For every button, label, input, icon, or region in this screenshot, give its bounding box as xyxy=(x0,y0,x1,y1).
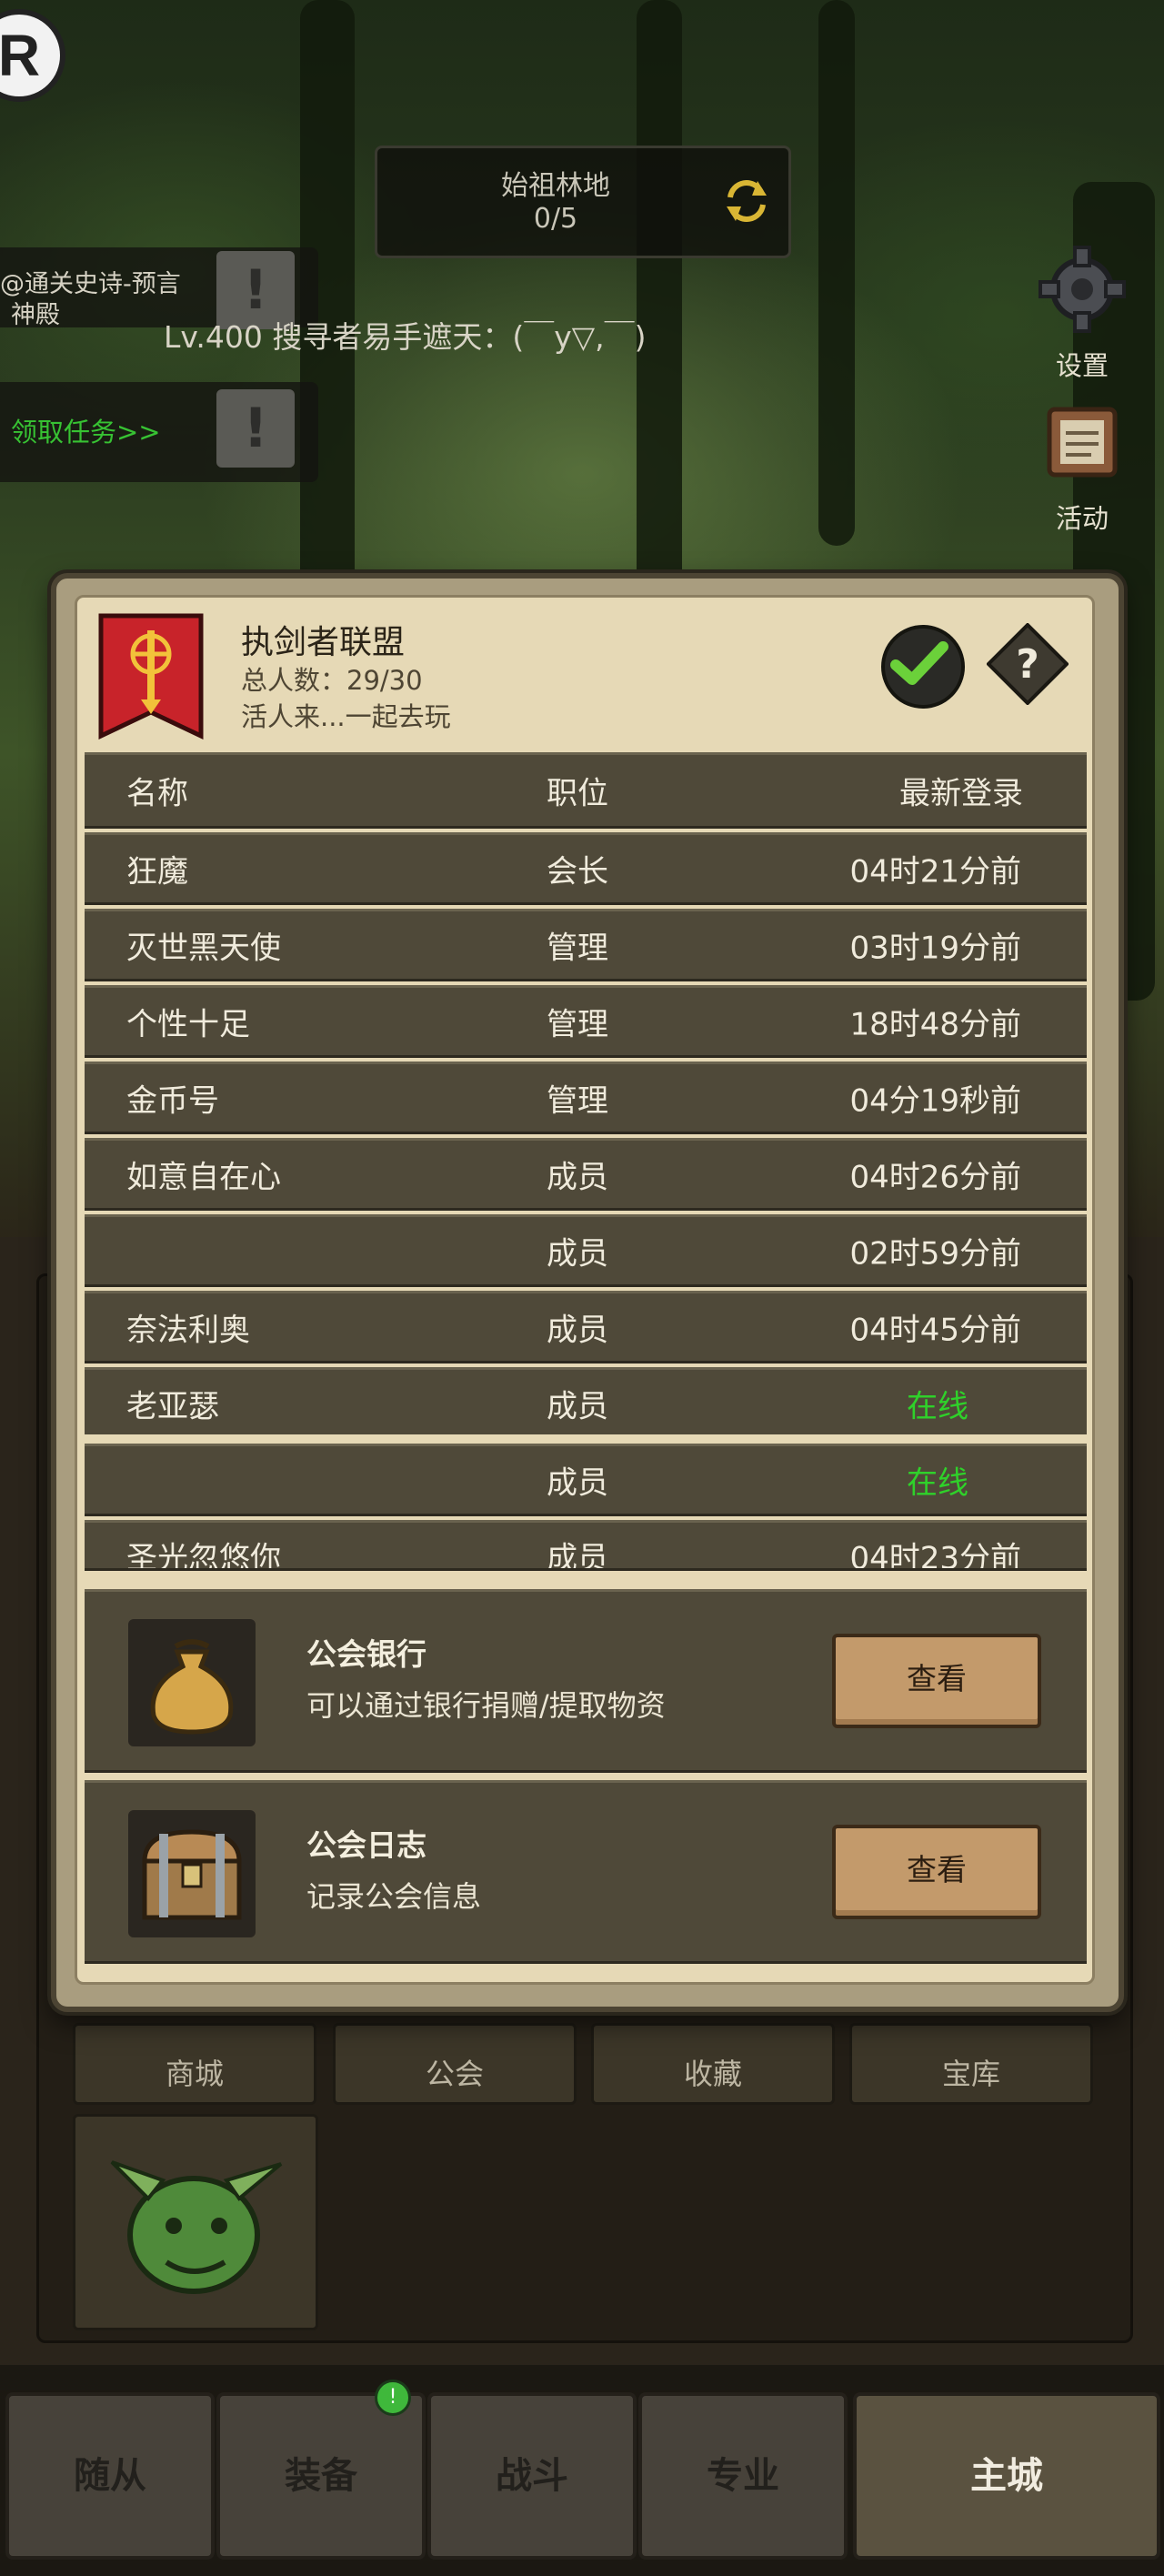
notification-badge: ! xyxy=(375,2380,411,2416)
scroll-icon xyxy=(1047,407,1118,478)
money-bag-icon xyxy=(150,1639,234,1735)
header-role: 职位 xyxy=(547,775,608,812)
guild-dialog: 执剑者联盟 总人数：29/30 活人来...一起去玩 ? 名称 职位 最新登录 … xyxy=(51,573,1124,2012)
log-description: 记录公会信息 xyxy=(306,1879,482,1914)
log-title: 公会日志 xyxy=(306,1827,426,1863)
city-tile-guild[interactable]: 公会 xyxy=(333,2023,577,2105)
member-name: 奈法利奥 xyxy=(126,1312,250,1349)
city-tile-shop[interactable]: 商城 xyxy=(73,2023,316,2105)
tab-main-city[interactable]: 主城 xyxy=(853,2392,1160,2560)
tab-battle[interactable]: 战斗 xyxy=(427,2392,637,2560)
dragon-tile[interactable] xyxy=(73,2114,318,2330)
member-name: 圣光忽悠你 xyxy=(126,1540,281,1571)
guild-log-card: 公会日志 记录公会信息 查看 xyxy=(85,1780,1087,1964)
city-tile-label: 宝库 xyxy=(941,2057,1000,2091)
bank-icon-frame xyxy=(128,1619,256,1746)
member-name: 灭世黑天使 xyxy=(126,930,281,967)
map-selector[interactable]: 始祖林地 0/5 xyxy=(375,146,791,258)
city-tile-label: 收藏 xyxy=(683,2057,742,2091)
member-name: 狂魔 xyxy=(126,853,188,891)
member-role: 会长 xyxy=(547,853,608,891)
member-last-login: 04分19秒前 xyxy=(849,1082,1021,1120)
member-role: 成员 xyxy=(547,1235,608,1273)
member-row[interactable]: 金币号 管理 04分19秒前 xyxy=(85,1062,1087,1134)
member-row[interactable]: 成员 02时59分前 xyxy=(85,1214,1087,1287)
settings-label: 设置 xyxy=(1055,350,1109,381)
member-role: 管理 xyxy=(547,1006,608,1043)
member-last-login: 04时21分前 xyxy=(849,853,1021,891)
member-name: 如意自在心 xyxy=(126,1159,281,1196)
member-row[interactable]: 成员 在线 xyxy=(85,1444,1087,1516)
treasure-chest-icon xyxy=(142,1829,242,1920)
member-role: 成员 xyxy=(547,1464,608,1502)
member-last-login: 04时26分前 xyxy=(849,1159,1021,1196)
member-row[interactable]: 奈法利奥 成员 04时45分前 xyxy=(85,1291,1087,1363)
member-online-status: 在线 xyxy=(907,1388,968,1425)
map-progress: 0/5 xyxy=(533,203,578,235)
member-role: 管理 xyxy=(547,930,608,967)
member-row[interactable]: 老亚瑟 成员 在线 xyxy=(85,1367,1087,1434)
member-name: 金币号 xyxy=(126,1082,219,1120)
map-name: 始祖林地 xyxy=(501,170,610,202)
member-table-header: 名称 职位 最新登录 xyxy=(85,752,1087,829)
header-last-login: 最新登录 xyxy=(899,775,1023,812)
checkmark-icon xyxy=(890,641,948,685)
quest-subtitle: 神殿 xyxy=(11,301,60,329)
bank-view-button[interactable]: 查看 xyxy=(832,1634,1041,1728)
member-last-login: 04时23分前 xyxy=(849,1540,1021,1571)
tab-followers[interactable]: 随从 xyxy=(5,2392,215,2560)
header-name: 名称 xyxy=(126,775,188,812)
member-row[interactable]: 个性十足 管理 18时48分前 xyxy=(85,985,1087,1058)
log-view-button[interactable]: 查看 xyxy=(832,1825,1041,1919)
svg-text:?: ? xyxy=(1016,641,1039,688)
refresh-icon[interactable] xyxy=(721,176,772,226)
member-list[interactable]: 狂魔 会长 04时21分前 灭世黑天使 管理 03时19分前 个性十足 管理 1… xyxy=(77,832,1092,1434)
member-last-login: 04时45分前 xyxy=(849,1312,1021,1349)
bank-title: 公会银行 xyxy=(306,1636,426,1672)
member-row[interactable]: 如意自在心 成员 04时26分前 xyxy=(85,1138,1087,1211)
member-row[interactable]: 圣光忽悠你 成员 04时23分前 xyxy=(85,1520,1087,1571)
gear-icon xyxy=(1039,246,1126,333)
dragon-icon xyxy=(110,2160,283,2294)
guild-banner-icon xyxy=(98,613,204,740)
tab-profession[interactable]: 专业 xyxy=(638,2392,848,2560)
settings-button[interactable]: 设置 xyxy=(1028,244,1137,383)
guild-bank-card: 公会银行 可以通过银行捐赠/提取物资 查看 xyxy=(85,1589,1087,1773)
sign-in-button[interactable] xyxy=(881,625,965,709)
guild-member-count: 总人数：29/30 xyxy=(241,665,423,696)
member-name: 个性十足 xyxy=(126,1006,250,1043)
member-role: 成员 xyxy=(547,1159,608,1196)
member-role: 成员 xyxy=(547,1388,608,1425)
activity-button[interactable]: 活动 xyxy=(1028,397,1137,536)
broadcast-message: Lv.400 搜寻者易手遮天：(￣y▽,￣) xyxy=(164,319,647,355)
log-icon-frame xyxy=(128,1810,256,1937)
bottom-navigation: 随从 装备 战斗 专业 主城 xyxy=(0,2365,1164,2576)
city-tile-label: 商城 xyxy=(165,2057,224,2091)
member-last-login: 03时19分前 xyxy=(849,930,1021,967)
city-tile-label: 公会 xyxy=(425,2057,484,2091)
city-tile-collection[interactable]: 收藏 xyxy=(591,2023,835,2105)
city-tile-treasury[interactable]: 宝库 xyxy=(849,2023,1093,2105)
tab-equipment[interactable]: 装备 xyxy=(216,2392,426,2560)
guild-name: 执剑者联盟 xyxy=(241,624,406,661)
member-role: 成员 xyxy=(547,1312,608,1349)
member-last-login: 02时59分前 xyxy=(849,1235,1021,1273)
quest-accept-box[interactable]: 领取任务>> ! xyxy=(0,382,318,482)
member-row[interactable]: 灭世黑天使 管理 03时19分前 xyxy=(85,909,1087,981)
member-name: 老亚瑟 xyxy=(126,1388,219,1425)
guild-slogan: 活人来...一起去玩 xyxy=(241,701,451,732)
activity-label: 活动 xyxy=(1055,503,1109,534)
member-row[interactable]: 狂魔 会长 04时21分前 xyxy=(85,832,1087,905)
help-icon[interactable]: ? xyxy=(987,623,1069,705)
guild-dialog-body: 执剑者联盟 总人数：29/30 活人来...一起去玩 ? 名称 职位 最新登录 … xyxy=(75,595,1095,1985)
exclamation-icon: ! xyxy=(216,389,295,468)
member-role: 管理 xyxy=(547,1082,608,1120)
member-role: 成员 xyxy=(547,1540,608,1571)
accept-quest-link[interactable]: 领取任务>> xyxy=(11,411,161,449)
member-last-login: 18时48分前 xyxy=(849,1006,1021,1043)
member-online-status: 在线 xyxy=(907,1464,968,1502)
bank-description: 可以通过银行捐赠/提取物资 xyxy=(306,1688,666,1723)
